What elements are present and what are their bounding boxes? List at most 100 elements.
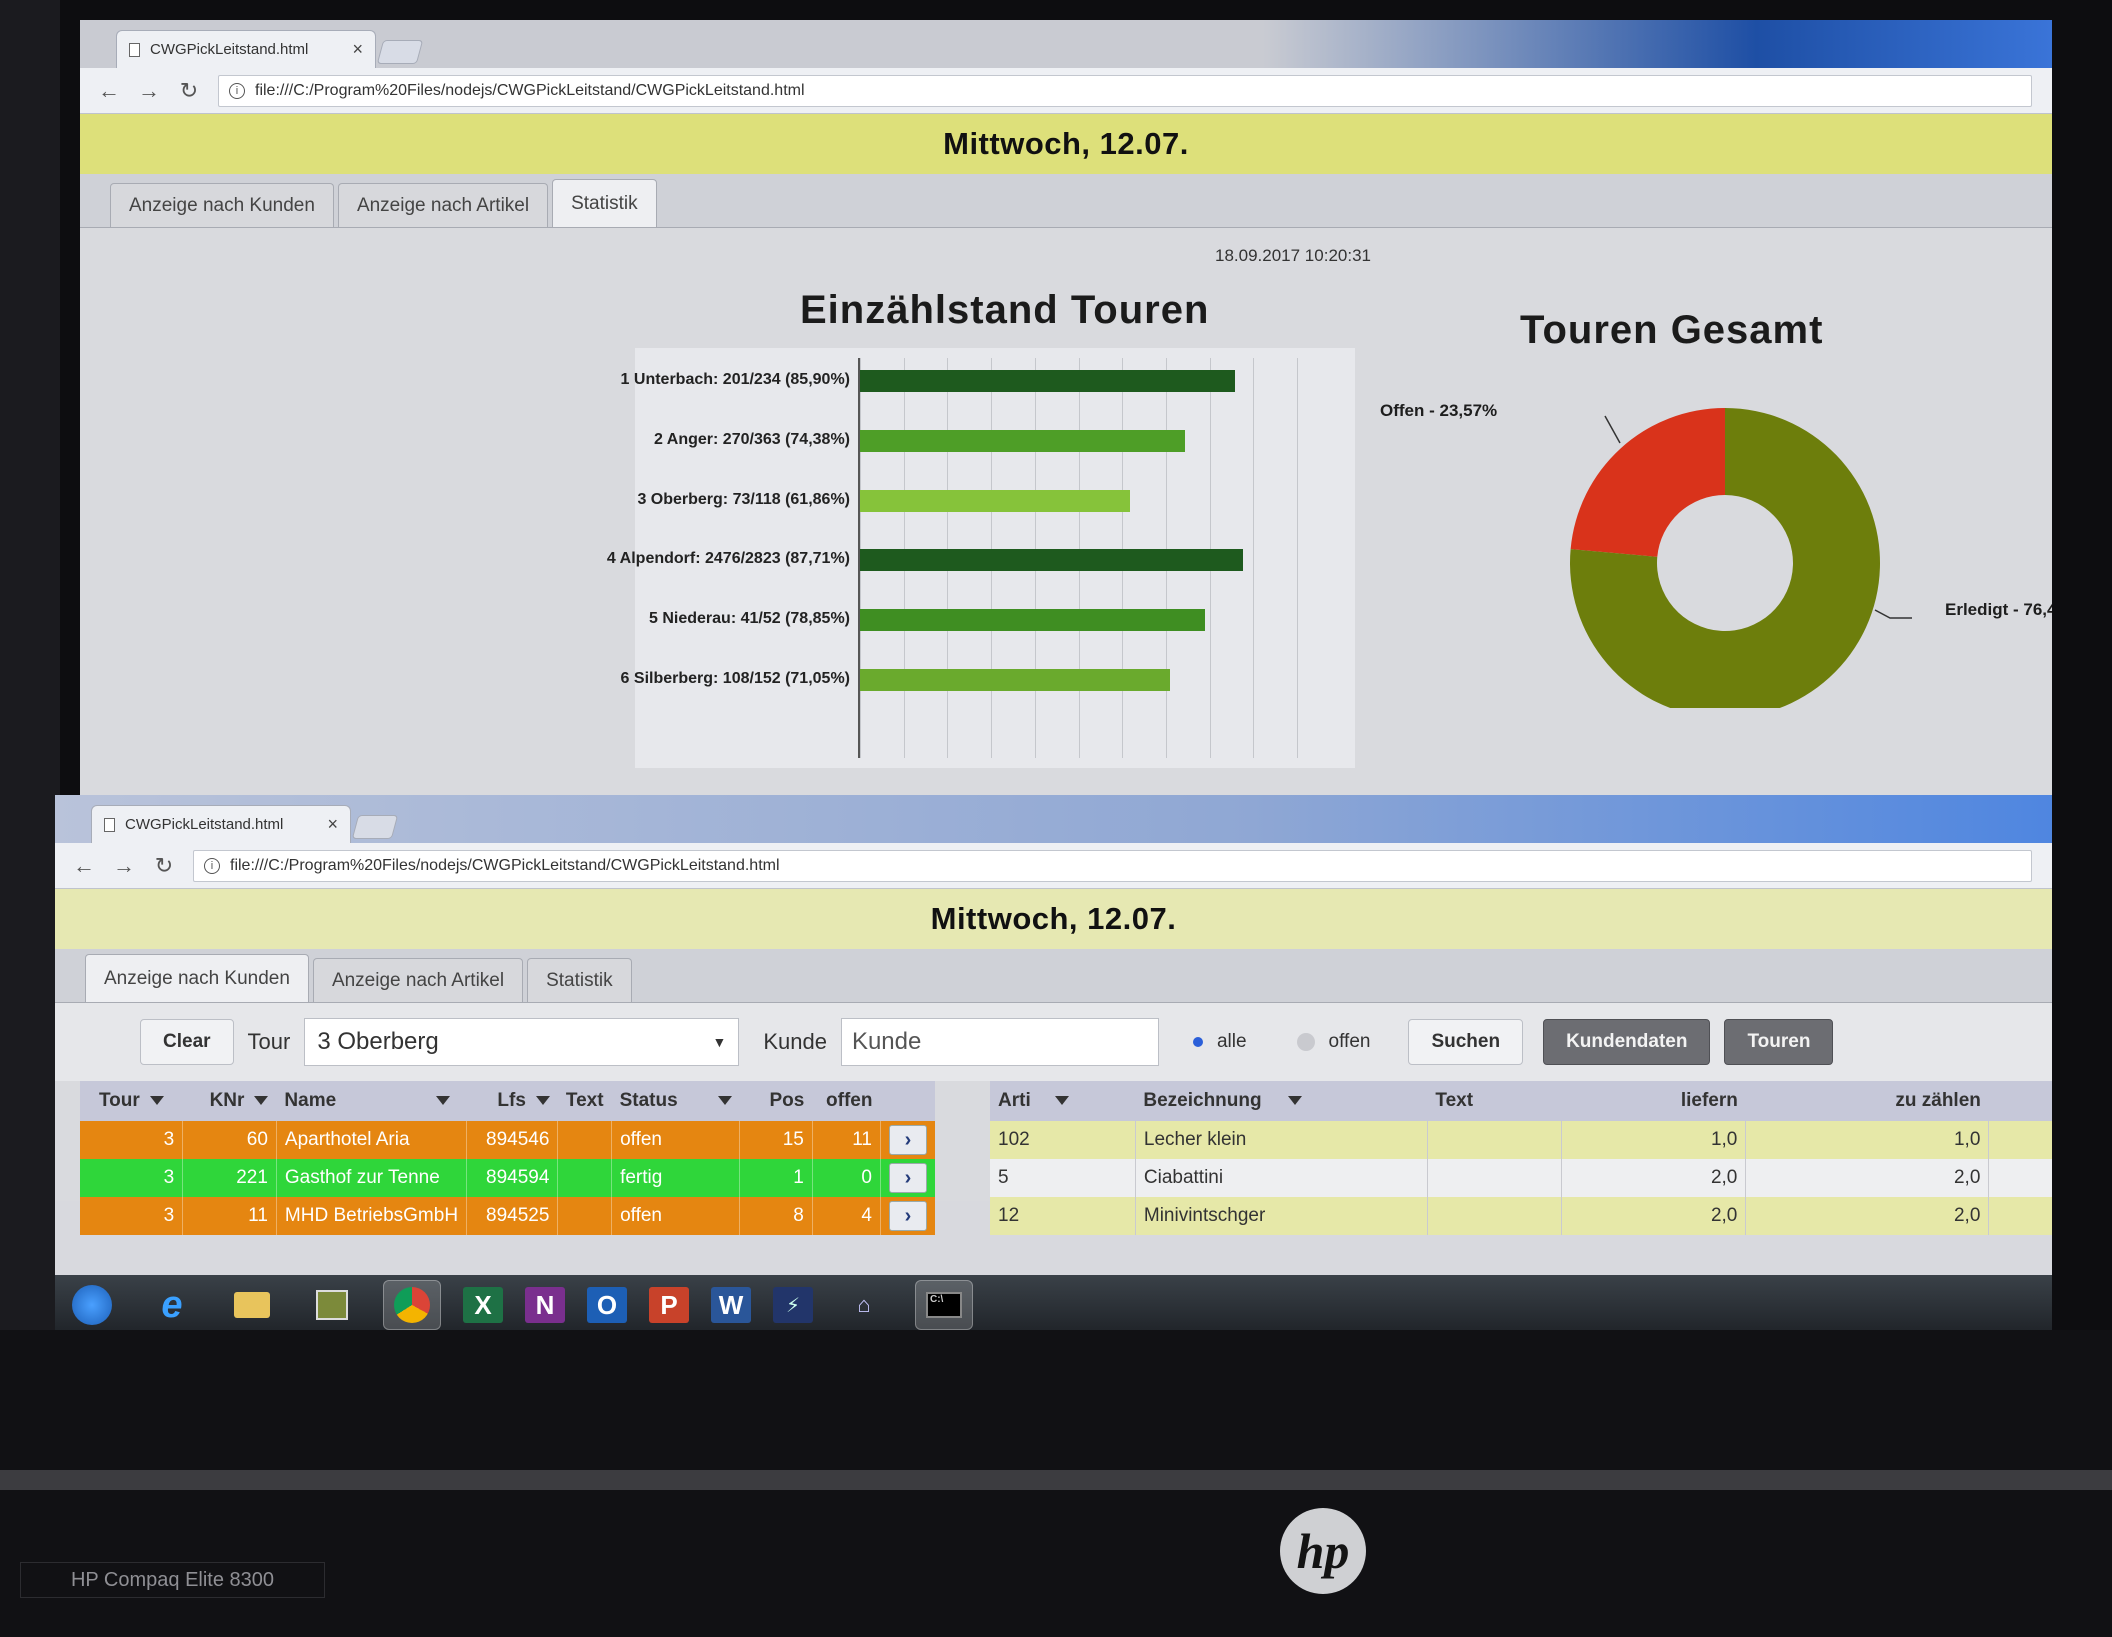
bar — [860, 370, 1236, 392]
col-open[interactable]: offen — [812, 1081, 881, 1121]
onenote-icon[interactable]: N — [525, 1287, 565, 1323]
cell-article: 5 — [990, 1159, 1136, 1197]
col-article-text[interactable]: Text — [1427, 1081, 1562, 1121]
filter-icon[interactable] — [149, 1096, 164, 1106]
tab-customers[interactable]: Anzeige nach Kunden — [110, 183, 334, 227]
filter-icon[interactable] — [1054, 1096, 1069, 1106]
table-row[interactable]: 3 221 Gasthof zur Tenne 894594 fertig 1 0 › — [80, 1159, 935, 1197]
network-adapter-icon[interactable]: ⌂ — [835, 1280, 893, 1330]
col-count[interactable]: zu zählen — [1745, 1081, 1989, 1121]
file-explorer-icon[interactable] — [223, 1280, 281, 1330]
cell-text — [557, 1121, 613, 1159]
model-plate: HP Compaq Elite 8300 — [20, 1562, 325, 1598]
page-title: Mittwoch, 12.07. — [930, 901, 1177, 936]
new-tab-button[interactable] — [351, 815, 399, 839]
powerpoint-icon[interactable]: P — [649, 1287, 689, 1323]
browser-tab[interactable]: CWGPickLeitstand.html × — [91, 805, 351, 843]
cell-pos: 15 — [739, 1121, 813, 1159]
table-row[interactable]: 3 60 Aparthotel Aria 894546 offen 15 11 › — [80, 1121, 935, 1159]
cell-count: 2,0 — [1745, 1197, 1990, 1235]
article-table: Arti Bezeichnung Text liefern zu zählen … — [990, 1081, 2052, 1235]
table-row[interactable]: 5 Ciabattini 2,0 2,0 — [990, 1159, 2052, 1197]
sync-tool-icon[interactable] — [303, 1280, 361, 1330]
back-icon[interactable]: ← — [73, 853, 95, 879]
bar-label: 6 Silberberg: 108/152 (71,05%) — [620, 670, 850, 687]
chevron-right-icon[interactable]: › — [888, 1125, 927, 1155]
radio-open[interactable]: offen — [1296, 1031, 1371, 1053]
internet-explorer-icon[interactable]: e — [143, 1280, 201, 1330]
filter-icon[interactable] — [1287, 1096, 1302, 1106]
col-status[interactable]: Status — [611, 1081, 740, 1121]
browser-tab[interactable]: CWGPickLeitstand.html × — [116, 30, 376, 68]
table-row[interactable]: 102 Lecher klein 1,0 1,0 — [990, 1121, 2052, 1159]
col-deliver[interactable]: liefern — [1561, 1081, 1746, 1121]
tab-statistics[interactable]: Statistik — [527, 958, 632, 1002]
customer-table: Tour KNr Name Lfs Text Status Pos offen … — [80, 1081, 935, 1235]
forward-icon[interactable]: → — [138, 78, 160, 104]
tab-articles[interactable]: Anzeige nach Artikel — [312, 958, 524, 1002]
chevron-right-icon[interactable]: › — [888, 1163, 927, 1193]
col-text[interactable]: Text — [557, 1081, 612, 1121]
col-text-label: Text — [565, 1090, 604, 1111]
address-bar[interactable]: i file:///C:/Program%20Files/nodejs/CWGP… — [193, 849, 2032, 882]
excel-icon[interactable]: X — [463, 1287, 503, 1323]
info-icon[interactable]: i — [204, 857, 220, 874]
col-knr[interactable]: KNr — [182, 1081, 277, 1121]
reload-icon[interactable]: ↻ — [178, 78, 200, 104]
tab-articles[interactable]: Anzeige nach Artikel — [337, 183, 549, 227]
tours-button[interactable]: Touren — [1724, 1019, 1834, 1065]
article-table-header: Arti Bezeichnung Text liefern zu zählen … — [990, 1081, 2052, 1121]
windows-taskbar: e X N O P W ⚡ ⌂ C:\ — [55, 1275, 2052, 1335]
filter-icon[interactable] — [717, 1096, 732, 1106]
col-lfs[interactable]: Lfs — [466, 1081, 558, 1121]
cell-text — [557, 1197, 613, 1235]
word-icon[interactable]: W — [711, 1287, 751, 1323]
col-ge[interactable]: ge — [1988, 1081, 2052, 1121]
cell-lfs: 894525 — [466, 1197, 559, 1235]
network-tool-icon[interactable]: ⚡ — [773, 1287, 813, 1323]
radio-open-label: offen — [1328, 1031, 1371, 1052]
tab-customers[interactable]: Anzeige nach Kunden — [85, 954, 309, 1002]
chrome-icon[interactable] — [383, 1280, 441, 1330]
bar-chart-title: Einzählstand Touren — [800, 288, 1210, 332]
bar-label: 1 Unterbach: 201/234 (85,90%) — [620, 371, 850, 388]
table-row[interactable]: 12 Minivintschger 2,0 2,0 — [990, 1197, 2052, 1235]
reload-icon[interactable]: ↻ — [153, 853, 175, 879]
filter-icon[interactable] — [436, 1096, 451, 1106]
tour-select[interactable]: 3 Oberberg ▼ — [304, 1018, 740, 1066]
chevron-right-icon[interactable]: › — [888, 1201, 927, 1231]
outlook-icon[interactable]: O — [587, 1287, 627, 1323]
bar-label: 4 Alpendorf: 2476/2823 (87,71%) — [606, 550, 850, 568]
radio-all[interactable]: alle — [1192, 1031, 1247, 1053]
col-article-label: Arti — [998, 1090, 1031, 1111]
gridline — [1297, 358, 1298, 758]
start-orb-icon[interactable] — [63, 1280, 121, 1330]
search-button[interactable]: Suchen — [1408, 1019, 1524, 1065]
col-pos[interactable]: Pos — [739, 1081, 813, 1121]
table-row[interactable]: 3 11 MHD BetriebsGmbH 894525 offen 8 4 › — [80, 1197, 935, 1235]
app-tabs: Anzeige nach Kunden Anzeige nach Artikel… — [55, 949, 2052, 1003]
col-article-text-label: Text — [1435, 1090, 1474, 1111]
col-tour[interactable]: Tour — [80, 1081, 183, 1121]
close-icon[interactable]: × — [352, 39, 363, 60]
filter-icon[interactable] — [254, 1096, 269, 1106]
customer-input-placeholder: Kunde — [851, 1028, 922, 1055]
forward-icon[interactable]: → — [113, 853, 135, 879]
col-article[interactable]: Arti — [990, 1081, 1136, 1121]
bar — [860, 549, 1244, 572]
info-icon[interactable]: i — [229, 82, 245, 99]
back-icon[interactable]: ← — [98, 78, 120, 104]
cell-tour: 3 — [80, 1121, 184, 1159]
customer-input[interactable]: Kunde — [840, 1018, 1159, 1066]
customer-data-button[interactable]: Kundendaten — [1543, 1019, 1711, 1065]
address-bar[interactable]: i file:///C:/Program%20Files/nodejs/CWGP… — [218, 74, 2032, 107]
command-prompt-icon[interactable]: C:\ — [915, 1280, 973, 1330]
col-description[interactable]: Bezeichnung — [1135, 1081, 1428, 1121]
new-tab-button[interactable] — [376, 40, 424, 64]
clear-button[interactable]: Clear — [140, 1019, 234, 1065]
col-name[interactable]: Name — [276, 1081, 467, 1121]
filter-icon[interactable] — [535, 1096, 550, 1106]
tab-statistics[interactable]: Statistik — [552, 179, 657, 227]
col-lfs-label: Lfs — [497, 1090, 526, 1111]
close-icon[interactable]: × — [327, 814, 338, 835]
